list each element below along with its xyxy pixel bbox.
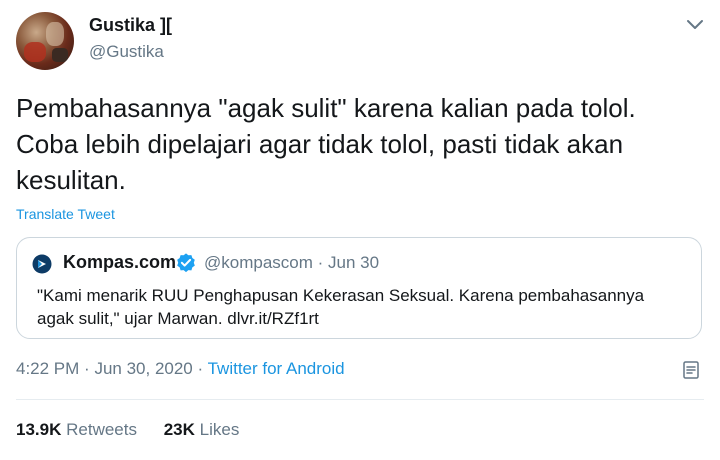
quoted-author-name[interactable]: Kompas.com [63,252,176,273]
translate-tweet-link[interactable]: Translate Tweet [16,206,115,222]
avatar[interactable] [16,12,74,70]
quoted-text: "Kami menarik RUU Penghapusan Kekerasan … [37,284,687,330]
tweet-meta: 4:22 PM · Jun 30, 2020 · Twitter for And… [16,359,345,379]
tweet-date[interactable]: Jun 30, 2020 [94,359,192,378]
quoted-tweet[interactable]: Kompas.com @kompascom · Jun 30 "Kami men… [16,237,702,339]
tweet-source-link[interactable]: Twitter for Android [208,359,345,378]
quoted-text-line: "Kami menarik RUU Penghapusan Kekerasan … [37,286,645,305]
tweet-text-line: Pembahasannya "agak sulit" karena kalian… [16,93,636,123]
divider [16,399,704,400]
tweet-stats: 13.9K Retweets 23K Likes [16,420,261,440]
separator-dot: · [84,359,90,378]
tweet-text-line: Coba lebih dipelajari agar tidak tolol, … [16,129,624,159]
author-handle[interactable]: @Gustika [89,42,164,62]
avatar-detail [24,42,46,62]
tweet-text: Pembahasannya "agak sulit" karena kalian… [16,90,696,198]
analytics-icon[interactable] [681,360,701,380]
retweets-stat[interactable]: 13.9K Retweets [16,420,137,439]
verified-icon [175,252,197,274]
separator-dot: · [317,253,324,272]
quoted-date[interactable]: Jun 30 [328,253,379,272]
retweets-count: 13.9K [16,420,62,439]
separator-dot: · [197,359,204,378]
likes-stat[interactable]: 23K Likes [164,420,240,439]
tweet-text-line: kesulitan. [16,165,126,195]
avatar-detail [46,22,64,46]
kompas-logo-icon [32,254,52,274]
likes-label: Likes [199,420,240,439]
retweets-label: Retweets [66,420,137,439]
author-display-name[interactable]: Gustika ][ [89,15,172,36]
likes-count: 23K [163,420,195,439]
quoted-handle[interactable]: @kompascom [204,253,313,272]
quoted-handle-date: @kompascom · Jun 30 [204,253,379,273]
quoted-text-line: agak sulit," ujar Marwan. dlvr.it/RZf1rt [37,309,319,328]
avatar-detail [52,48,68,62]
tweet-time[interactable]: 4:22 PM [16,359,79,378]
chevron-down-icon[interactable] [684,14,706,36]
